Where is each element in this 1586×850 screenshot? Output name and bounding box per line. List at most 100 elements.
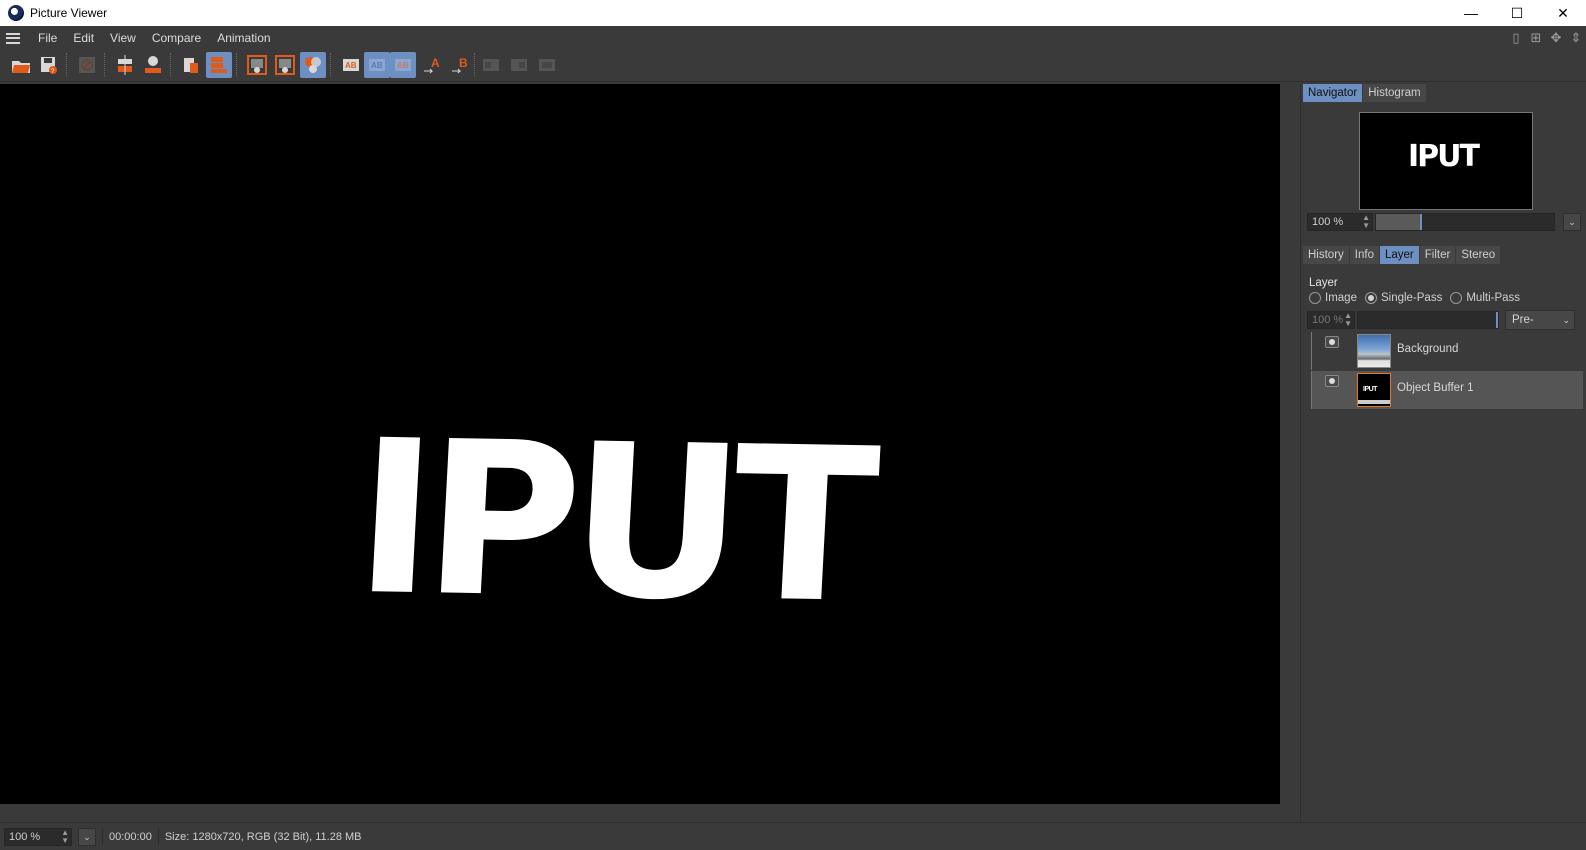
- navigator-zoom-field[interactable]: 100 % ▲ ▼: [1307, 213, 1373, 231]
- svg-text:AB: AB: [345, 61, 357, 70]
- status-separator: [102, 828, 103, 845]
- layer-row-object-buffer[interactable]: IPUT Object Buffer 1: [1311, 371, 1583, 409]
- layer-row-background[interactable]: Background: [1311, 332, 1583, 370]
- minimize-button[interactable]: —: [1448, 0, 1494, 26]
- stereo-right-button[interactable]: [506, 52, 532, 78]
- toolbar-separator: [104, 53, 108, 77]
- tab-stereo[interactable]: Stereo: [1456, 246, 1501, 264]
- menu-animation[interactable]: Animation: [209, 26, 278, 50]
- svg-text:B: B: [459, 56, 468, 70]
- stereo-icon: [539, 59, 555, 71]
- set-b-button[interactable]: B: [448, 52, 474, 78]
- maximize-button[interactable]: ☐: [1494, 0, 1540, 26]
- navigator-options-dropdown[interactable]: ⌄: [1563, 213, 1581, 231]
- toolbar-separator: [66, 53, 70, 77]
- tab-navigator[interactable]: Navigator: [1303, 84, 1363, 102]
- panel-tabs: History Info Layer Filter Stereo: [1303, 246, 1501, 264]
- toolbar-separator: [170, 53, 174, 77]
- panel-toggle-icon[interactable]: ▯: [1508, 30, 1524, 46]
- status-image-info: Size: 1280x720, RGB (32 Bit), 11.28 MB: [164, 830, 362, 843]
- visibility-eye-icon[interactable]: [1325, 336, 1339, 348]
- menu-file[interactable]: File: [30, 26, 65, 50]
- copy-frames-icon: [184, 58, 198, 73]
- right-panel: Navigator Histogram IPUT 100 % ▲ ▼ ⌄ Hist…: [1300, 84, 1586, 822]
- layer-mode-group: Image Single-Pass Multi-Pass: [1309, 292, 1528, 304]
- blend-mode-select[interactable]: Pre-multiplied ⌄: [1505, 310, 1575, 330]
- view-ab-button[interactable]: [300, 52, 326, 78]
- open-folder-icon: [12, 61, 30, 73]
- tab-filter[interactable]: Filter: [1419, 246, 1456, 264]
- tab-info[interactable]: Info: [1349, 246, 1379, 264]
- mode-single-pass-option[interactable]: Single-Pass: [1364, 292, 1443, 304]
- view-b-button[interactable]: [272, 52, 298, 78]
- ab-vertical-button[interactable]: AB: [390, 52, 416, 78]
- close-button[interactable]: ✕: [1540, 0, 1586, 26]
- render-region-button[interactable]: [112, 52, 138, 78]
- mode-multi-pass-option[interactable]: Multi-Pass: [1450, 292, 1520, 304]
- radio-checked-icon: [1364, 292, 1377, 304]
- spinner-icon[interactable]: ▲ ▼: [1362, 214, 1370, 230]
- stop-render-button[interactable]: [74, 52, 100, 78]
- save-button[interactable]: ?: [36, 52, 62, 78]
- window-title: Picture Viewer: [30, 6, 108, 20]
- visibility-eye-icon[interactable]: [1325, 375, 1339, 387]
- blend-mode-value: Pre-multiplied: [1512, 314, 1534, 326]
- stereo-left-button[interactable]: [478, 52, 504, 78]
- dock-icon[interactable]: ⇕: [1568, 30, 1584, 46]
- svg-text:AB: AB: [397, 61, 409, 70]
- status-zoom-field[interactable]: 100 % ▲ ▼: [4, 827, 72, 846]
- slider-handle[interactable]: [1420, 214, 1422, 230]
- tab-histogram[interactable]: Histogram: [1363, 84, 1426, 102]
- menu-bar: File Edit View Compare Animation ▯ ⊞ ✥ ⇕: [0, 26, 1586, 50]
- spinner-icon[interactable]: ▲ ▼: [1344, 312, 1352, 328]
- menu-edit[interactable]: Edit: [65, 26, 102, 50]
- mode-single-pass-label: Single-Pass: [1380, 292, 1443, 304]
- spinner-icon[interactable]: ▲ ▼: [61, 828, 69, 845]
- move-icon[interactable]: ✥: [1548, 30, 1564, 46]
- mode-image-option[interactable]: Image: [1309, 292, 1357, 304]
- frame-eye-icon: [247, 55, 267, 75]
- menu-view[interactable]: View: [102, 26, 144, 50]
- navigator-zoom-slider[interactable]: [1375, 213, 1555, 231]
- layer-opacity-field[interactable]: 100 % ▲ ▼: [1307, 311, 1355, 329]
- copy-frames-button[interactable]: [178, 52, 204, 78]
- new-window-icon[interactable]: ⊞: [1528, 30, 1544, 46]
- save-disk-icon: ?: [41, 57, 57, 75]
- render-viewport[interactable]: IPUT: [0, 84, 1280, 804]
- cinema4d-app-icon: [8, 5, 24, 21]
- layer-opacity-slider[interactable]: [1357, 311, 1499, 329]
- status-zoom-dropdown[interactable]: ⌄: [78, 827, 96, 846]
- layout-controls: ▯ ⊞ ✥ ⇕: [1508, 26, 1586, 50]
- background-thumbnail: [1357, 334, 1391, 368]
- layer-opacity-value: 100 %: [1312, 314, 1344, 326]
- set-a-icon: A: [424, 56, 440, 74]
- tree-line: [1311, 332, 1325, 370]
- status-zoom-value: 100 %: [9, 830, 41, 843]
- layer-stack-button[interactable]: [206, 52, 232, 78]
- tab-history[interactable]: History: [1303, 246, 1349, 264]
- render-active-button[interactable]: [140, 52, 166, 78]
- hamburger-menu-icon[interactable]: [6, 32, 20, 44]
- layer-name: Object Buffer 1: [1397, 382, 1474, 394]
- navigator-preview[interactable]: IPUT: [1359, 112, 1533, 210]
- radio-icon: [1450, 292, 1463, 304]
- ab-horizontal-button[interactable]: AB: [364, 52, 390, 78]
- ab-split-icon: AB: [369, 59, 385, 71]
- toolbar: ? AB AB AB A B: [0, 50, 1586, 82]
- set-a-button[interactable]: A: [420, 52, 446, 78]
- toolbar-separator: [330, 53, 334, 77]
- ab-compare-button[interactable]: AB: [338, 52, 364, 78]
- tab-layer[interactable]: Layer: [1379, 246, 1419, 264]
- slider-fill: [1376, 214, 1420, 230]
- menu-compare[interactable]: Compare: [144, 26, 209, 50]
- slider-handle[interactable]: [1496, 312, 1498, 328]
- open-file-button[interactable]: [8, 52, 34, 78]
- view-a-button[interactable]: [244, 52, 270, 78]
- navigator-tabs: Navigator Histogram: [1303, 84, 1427, 102]
- status-time: 00:00:00: [109, 830, 152, 843]
- radio-icon: [1309, 292, 1321, 304]
- stereo-both-button[interactable]: [534, 52, 560, 78]
- ab-split-icon: AB: [395, 59, 411, 71]
- navigator-zoom-value: 100 %: [1312, 216, 1344, 228]
- render-region-icon: [118, 55, 132, 75]
